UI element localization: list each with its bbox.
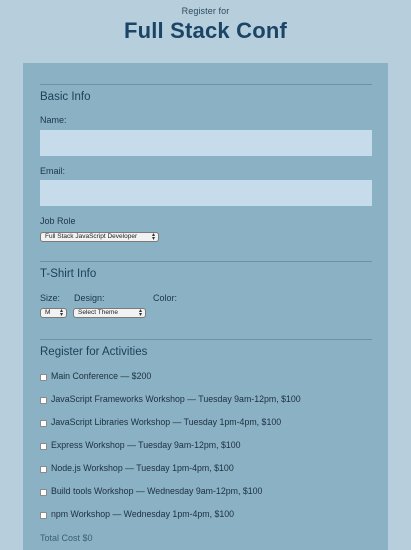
basic-info-heading: Basic Info <box>40 91 91 103</box>
total-cost: Total Cost $0 <box>40 533 93 543</box>
checkbox[interactable] <box>40 465 47 473</box>
checkbox[interactable] <box>40 488 47 496</box>
select-arrows-icon: ▴ ▾ <box>138 308 142 318</box>
activity-item-js-libraries[interactable]: JavaScript Libraries Workshop — Tuesday … <box>40 417 281 427</box>
job-role-select-value: Full Stack JavaScript Developer <box>45 233 138 240</box>
activity-item-build-tools[interactable]: Build tools Workshop — Wednesday 9am-12p… <box>40 486 262 496</box>
checkbox[interactable] <box>40 442 47 450</box>
name-label: Name: <box>40 115 67 125</box>
email-field[interactable] <box>40 180 372 206</box>
color-label: Color: <box>153 293 178 303</box>
checkbox[interactable] <box>40 373 47 381</box>
design-label: Design: <box>74 293 105 303</box>
activity-item-npm[interactable]: npm Workshop — Wednesday 1pm-4pm, $100 <box>40 509 234 519</box>
design-select[interactable]: Select Theme ▴ ▾ <box>73 308 146 318</box>
checkbox[interactable] <box>40 419 47 427</box>
email-label: Email: <box>40 166 66 176</box>
registration-form: Basic Info Name: Email: Job Role Full St… <box>23 63 388 550</box>
tshirt-info-heading: T-Shirt Info <box>40 268 97 280</box>
checkbox[interactable] <box>40 511 47 519</box>
activity-label: Build tools Workshop — Wednesday 9am-12p… <box>51 486 263 496</box>
select-arrows-icon: ▴ ▾ <box>59 308 63 318</box>
activity-label: Node.js Workshop — Tuesday 1pm-4pm, $100 <box>51 463 234 473</box>
activity-item-js-frameworks[interactable]: JavaScript Frameworks Workshop — Tuesday… <box>40 394 301 404</box>
activity-label: Main Conference — $200 <box>51 371 152 381</box>
page-header: Register for Full Stack Conf <box>0 0 411 62</box>
job-role-label: Job Role <box>40 216 76 226</box>
name-field[interactable] <box>40 130 372 156</box>
size-label: Size: <box>40 293 61 303</box>
activity-label: npm Workshop — Wednesday 1pm-4pm, $100 <box>51 509 235 519</box>
select-arrows-icon: ▴ ▾ <box>151 232 155 242</box>
activity-item-main-conference[interactable]: Main Conference — $200 <box>40 371 151 381</box>
design-select-value: Select Theme <box>78 309 118 316</box>
activity-item-express[interactable]: Express Workshop — Tuesday 9am-12pm, $10… <box>40 440 241 450</box>
header-kicker: Register for <box>181 6 230 16</box>
activity-label: Express Workshop — Tuesday 9am-12pm, $10… <box>51 440 241 450</box>
size-select[interactable]: M ▴ ▾ <box>40 308 67 318</box>
activity-label: JavaScript Frameworks Workshop — Tuesday… <box>51 394 301 404</box>
section-divider <box>40 84 372 85</box>
job-role-select[interactable]: Full Stack JavaScript Developer ▴ ▾ <box>40 232 159 242</box>
size-select-value: M <box>45 309 51 316</box>
section-divider <box>40 261 372 262</box>
activities-heading: Register for Activities <box>40 346 148 358</box>
checkbox[interactable] <box>40 396 47 404</box>
section-divider <box>40 339 372 340</box>
page-title: Full Stack Conf <box>123 18 288 43</box>
activity-item-nodejs[interactable]: Node.js Workshop — Tuesday 1pm-4pm, $100 <box>40 463 234 473</box>
activity-label: JavaScript Libraries Workshop — Tuesday … <box>51 417 282 427</box>
